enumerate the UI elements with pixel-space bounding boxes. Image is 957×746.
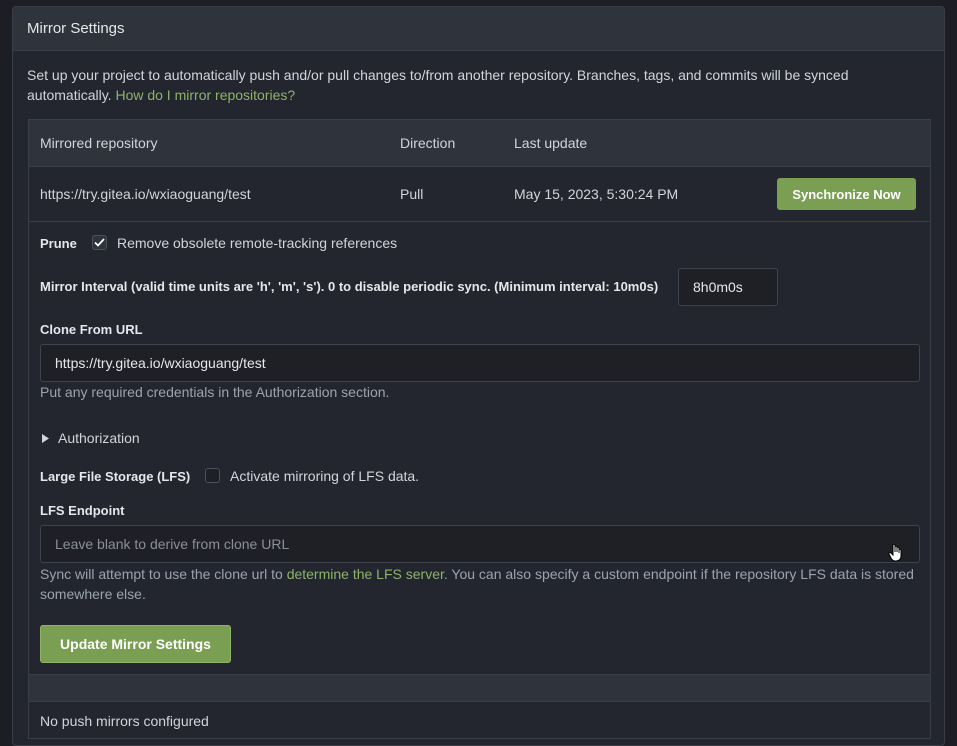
check-icon: [94, 238, 105, 247]
prune-checkbox[interactable]: [92, 235, 107, 250]
mirror-settings-panel: Mirror Settings Set up your project to a…: [12, 6, 945, 746]
direction-value: Pull: [400, 186, 424, 202]
hand-cursor-icon: [888, 544, 902, 562]
last-update-value: May 15, 2023, 5:30:24 PM: [514, 186, 679, 202]
lfs-checkbox-label[interactable]: Activate mirroring of LFS data.: [230, 468, 419, 484]
no-push-mirrors-text: No push mirrors configured: [40, 713, 209, 729]
repository-url: https://try.gitea.io/wxiaoguang/test: [40, 186, 251, 202]
clone-url-help: Put any required credentials in the Auth…: [40, 384, 390, 400]
header-last-update: Last update: [514, 135, 588, 151]
intro-text: Set up your project to automatically pus…: [27, 65, 917, 105]
update-mirror-settings-button[interactable]: Update Mirror Settings: [40, 625, 231, 663]
clone-url-input[interactable]: [40, 344, 920, 382]
prune-checkbox-label[interactable]: Remove obsolete remote-tracking referenc…: [117, 235, 397, 251]
table-header: Mirrored repository Direction Last updat…: [29, 120, 930, 167]
authorization-toggle[interactable]: Authorization: [42, 430, 140, 446]
header-direction: Direction: [400, 135, 456, 151]
caret-right-icon: [42, 433, 49, 443]
lfs-server-link[interactable]: determine the LFS server: [287, 566, 444, 582]
lfs-checkbox[interactable]: [205, 468, 220, 483]
prune-label: Prune: [40, 236, 77, 251]
clone-url-label: Clone From URL: [40, 322, 143, 337]
header-mirrored-repository: Mirrored repository: [40, 135, 158, 151]
lfs-endpoint-help: Sync will attempt to use the clone url t…: [40, 564, 915, 604]
panel-title: Mirror Settings: [13, 7, 944, 51]
mirror-interval-input[interactable]: [678, 268, 778, 306]
mirror-help-link[interactable]: How do I mirror repositories?: [115, 87, 295, 103]
mirror-interval-label: Mirror Interval (valid time units are 'h…: [40, 279, 659, 294]
authorization-label: Authorization: [58, 430, 140, 446]
table-row: https://try.gitea.io/wxiaoguang/test Pul…: [29, 167, 930, 222]
lfs-endpoint-input[interactable]: [40, 525, 920, 563]
lfs-endpoint-label: LFS Endpoint: [40, 503, 125, 518]
lfs-help-text-before: Sync will attempt to use the clone url t…: [40, 566, 283, 582]
mirror-table: Mirrored repository Direction Last updat…: [28, 119, 931, 739]
lfs-label: Large File Storage (LFS): [40, 469, 191, 484]
push-mirrors-header: [29, 674, 930, 702]
synchronize-now-button[interactable]: Synchronize Now: [777, 178, 916, 210]
